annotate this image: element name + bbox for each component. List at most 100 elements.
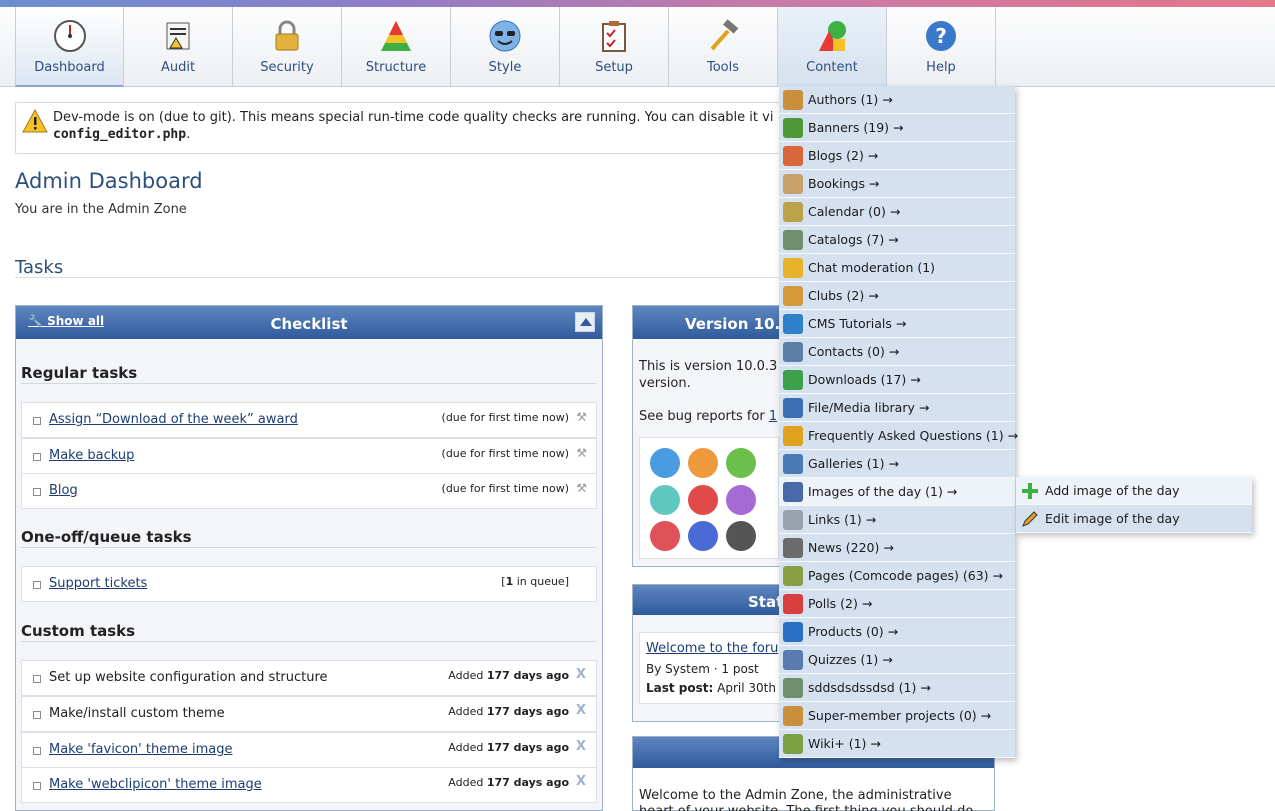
images-of-day-icon	[783, 482, 803, 502]
content-menu-label: File/Media library →	[808, 400, 930, 415]
target-icon[interactable]	[688, 485, 718, 515]
content-menu-item[interactable]: Downloads (17) →	[779, 366, 1015, 394]
toolbar-label: Setup	[595, 60, 633, 75]
content-menu-item[interactable]: Links (1) →	[779, 506, 1015, 534]
page-subtitle: You are in the Admin Zone	[15, 202, 187, 217]
content-menu-label: Banners (19) →	[808, 120, 904, 135]
task-checkbox[interactable]	[33, 453, 41, 461]
tasks-heading: Tasks	[15, 257, 64, 278]
task-row: Support tickets [1 in queue]	[21, 566, 597, 602]
content-menu-item[interactable]: Polls (2) →	[779, 590, 1015, 618]
content-menu-item[interactable]: Banners (19) →	[779, 114, 1015, 142]
added-label: Added	[448, 669, 484, 682]
regular-tasks-heading: Regular tasks	[21, 364, 138, 382]
wiki-icon	[783, 734, 803, 754]
content-menu-item[interactable]: Calendar (0) →	[779, 198, 1015, 226]
added-age: 177 days ago	[486, 776, 569, 789]
database-icon[interactable]	[650, 521, 680, 551]
content-menu-item[interactable]: Wiki+ (1) →	[779, 730, 1015, 758]
shield-icon[interactable]	[726, 448, 756, 478]
wrench-icon[interactable]: ⚒	[576, 410, 587, 424]
toolbar-content[interactable]: Content	[778, 7, 887, 87]
remove-task-button[interactable]: X	[576, 667, 586, 682]
content-menu-item[interactable]: File/Media library →	[779, 394, 1015, 422]
forum-topic-link[interactable]: Welcome to the foru	[646, 641, 778, 656]
svg-text:?: ?	[935, 24, 947, 48]
content-menu-item[interactable]: Products (0) →	[779, 618, 1015, 646]
content-menu-item[interactable]: Pages (Comcode pages) (63) →	[779, 562, 1015, 590]
tools-icon[interactable]	[726, 521, 756, 551]
content-menu-item[interactable]: Chat moderation (1)	[779, 254, 1015, 282]
add-image-of-day-item[interactable]: Add image of the day	[1016, 477, 1252, 505]
content-menu-label: Polls (2) →	[808, 596, 873, 611]
task-link[interactable]: Make backup	[49, 448, 134, 463]
content-menu-item[interactable]: Quizzes (1) →	[779, 646, 1015, 674]
content-menu-label: Bookings →	[808, 176, 880, 191]
task-checkbox[interactable]	[33, 782, 41, 790]
content-menu-item[interactable]: Authors (1) →	[779, 86, 1015, 114]
task-checkbox[interactable]	[33, 747, 41, 755]
content-menu-label: Images of the day (1) →	[808, 484, 958, 499]
browser-bookmark-strip	[0, 0, 1275, 7]
added-label: Added	[448, 776, 484, 789]
task-link[interactable]: Assign “Download of the week” award	[49, 412, 298, 427]
calendar-icon	[783, 202, 803, 222]
remove-task-button[interactable]: X	[576, 703, 586, 718]
task-checkbox[interactable]	[33, 488, 41, 496]
downloads-icon	[783, 370, 803, 390]
forum-author: By System	[646, 662, 710, 676]
content-menu-item[interactable]: Images of the day (1) →	[779, 478, 1015, 506]
toolbar-setup[interactable]: Setup	[560, 7, 669, 87]
toolbar-structure[interactable]: Structure	[342, 7, 451, 87]
tablet-icon[interactable]	[650, 448, 680, 478]
content-menu-item[interactable]: Super-member projects (0) →	[779, 702, 1015, 730]
content-menu-item[interactable]: Contacts (0) →	[779, 338, 1015, 366]
remove-task-button[interactable]: X	[576, 774, 586, 789]
search-icon[interactable]	[726, 485, 756, 515]
bug-reports-text: See bug reports for 1	[639, 409, 777, 424]
contacts-icon	[783, 342, 803, 362]
polls-icon	[783, 594, 803, 614]
task-checkbox[interactable]	[33, 711, 41, 719]
content-menu-item[interactable]: Galleries (1) →	[779, 450, 1015, 478]
content-menu-item[interactable]: Clubs (2) →	[779, 282, 1015, 310]
edit-image-of-day-item[interactable]: Edit image of the day	[1016, 505, 1252, 533]
task-link[interactable]: Support tickets	[49, 576, 147, 591]
bug-reports-link[interactable]: 1	[769, 409, 777, 424]
warning-icon	[22, 109, 48, 133]
task-row: Make 'favicon' theme image Added 177 day…	[21, 732, 597, 768]
toolbar-audit[interactable]: Audit	[124, 7, 233, 87]
content-menu-label: Super-member projects (0) →	[808, 708, 992, 723]
toolbar-style[interactable]: Style	[451, 7, 560, 87]
content-menu-item[interactable]: Bookings →	[779, 170, 1015, 198]
toolbar-help[interactable]: ? Help	[887, 7, 996, 87]
content-menu-item[interactable]: CMS Tutorials →	[779, 310, 1015, 338]
puzzle-icon[interactable]	[688, 521, 718, 551]
task-added: Added 177 days ago	[448, 705, 569, 718]
wrench-icon[interactable]: ⚒	[576, 481, 587, 495]
audit-icon	[166, 22, 190, 50]
content-menu-item[interactable]: Frequently Asked Questions (1) →	[779, 422, 1018, 450]
community-icon[interactable]	[688, 448, 718, 478]
toolbar-tools[interactable]: Tools	[669, 7, 778, 87]
task-link[interactable]: Make 'favicon' theme image	[49, 742, 232, 757]
blogs-icon	[783, 146, 803, 166]
wrench-icon[interactable]: ⚒	[576, 446, 587, 460]
content-menu-item[interactable]: sddsdsdssdsd (1) →	[779, 674, 1015, 702]
section-divider	[21, 383, 596, 384]
task-checkbox[interactable]	[33, 417, 41, 425]
task-checkbox[interactable]	[33, 675, 41, 683]
task-link[interactable]: Make 'webclipicon' theme image	[49, 777, 262, 792]
version-line: This is version 10.0.3	[639, 359, 778, 374]
swords-icon[interactable]	[650, 485, 680, 515]
content-menu-item[interactable]: Catalogs (7) →	[779, 226, 1015, 254]
task-link[interactable]: Blog	[49, 483, 78, 498]
task-checkbox[interactable]	[33, 581, 41, 589]
toolbar-security[interactable]: Security	[233, 7, 342, 87]
content-menu-item[interactable]: News (220) →	[779, 534, 1015, 562]
section-divider	[21, 547, 596, 548]
remove-task-button[interactable]: X	[576, 739, 586, 754]
toolbar-dashboard[interactable]: Dashboard	[15, 7, 124, 87]
content-menu-item[interactable]: Blogs (2) →	[779, 142, 1015, 170]
collapse-button[interactable]	[575, 312, 595, 332]
